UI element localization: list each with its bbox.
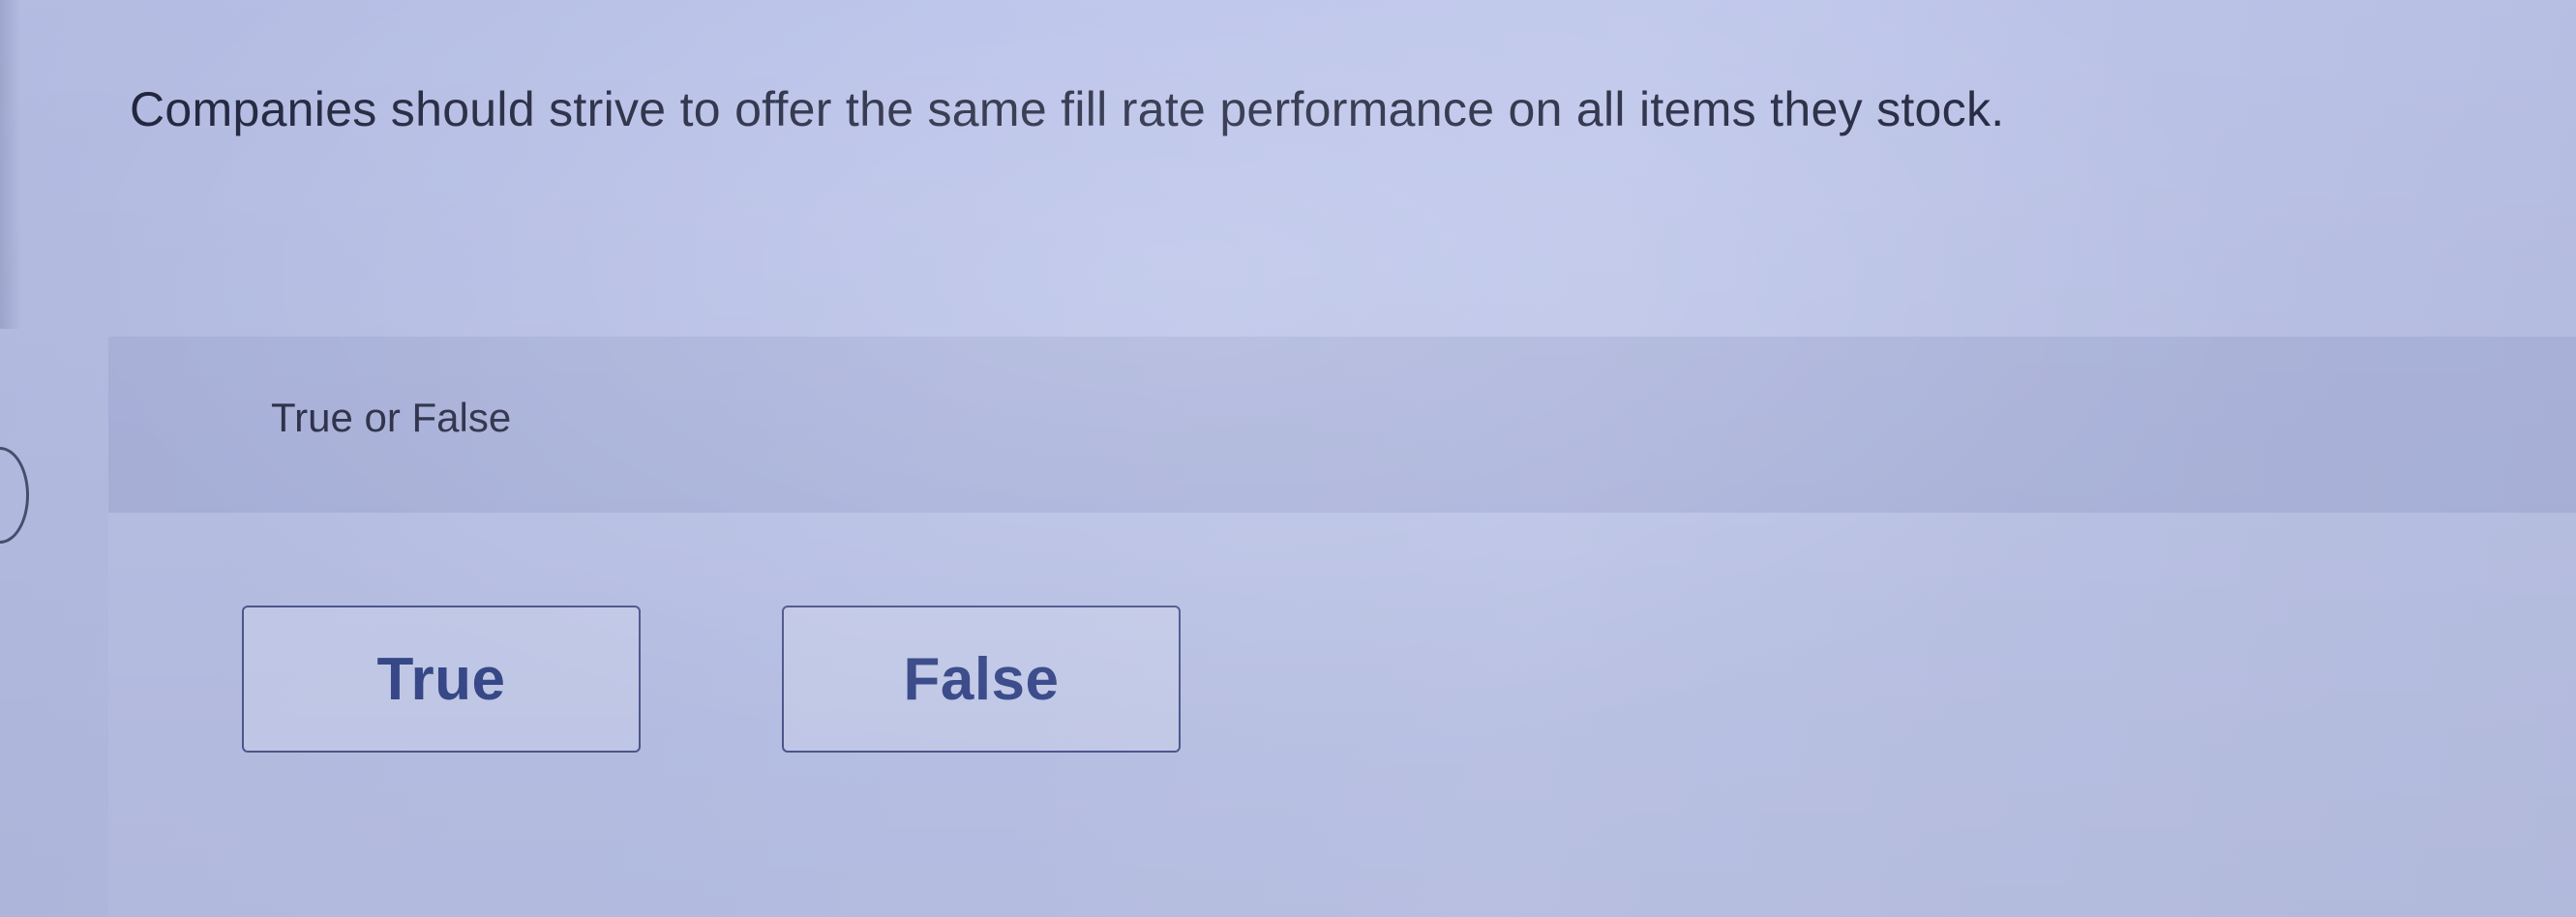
question-type-label: True or False: [271, 395, 512, 440]
question-type-band: True or False: [108, 337, 2576, 513]
true-button-label: True: [376, 645, 506, 713]
left-panel-edge: [0, 0, 21, 329]
false-button-label: False: [903, 645, 1060, 713]
question-text: Companies should strive to offer the sam…: [130, 82, 2005, 136]
false-button[interactable]: False: [782, 606, 1181, 753]
true-button[interactable]: True: [242, 606, 641, 753]
side-panel-toggle[interactable]: [0, 447, 29, 544]
